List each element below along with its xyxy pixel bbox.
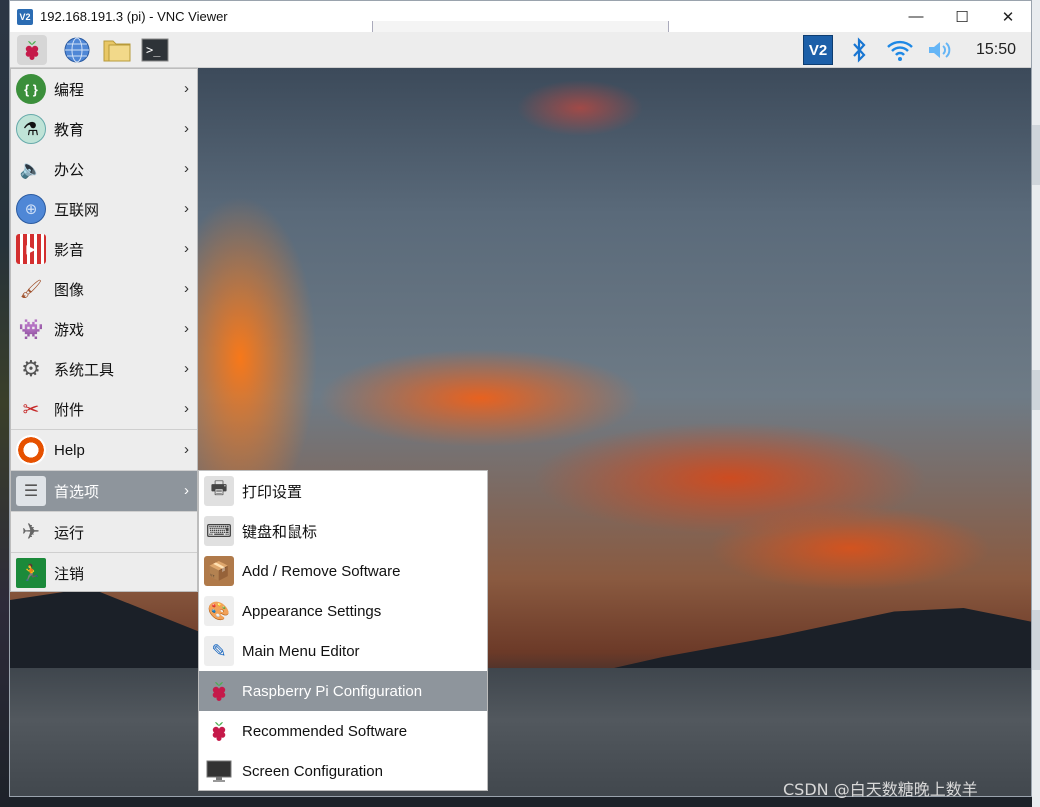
csdn-watermark: CSDN @白天数糖晚上数羊 xyxy=(783,780,978,799)
accessories-icon: ✂ xyxy=(22,398,40,421)
help-icon xyxy=(16,435,46,465)
keyboard-mouse-icon: ⌨ xyxy=(204,516,234,546)
vnc-viewer-window: V2 192.168.191.3 (pi) - VNC Viewer — ☐ ✕… xyxy=(9,0,1032,797)
host-desktop-left xyxy=(0,0,9,807)
menu-item-label: 编程 xyxy=(54,81,85,99)
education-icon: ⚗ xyxy=(16,114,46,144)
office-icon: 🔈 xyxy=(19,158,43,179)
menu-item-help[interactable]: Help › xyxy=(11,430,197,470)
menu-item-label: 办公 xyxy=(54,161,85,179)
submenu-item-print-settings[interactable]: 🖶 打印设置 xyxy=(199,471,487,511)
menu-item-label: Help xyxy=(54,441,85,459)
menu-item-label: 互联网 xyxy=(54,201,100,219)
menu-item-logout[interactable]: 🏃 注销 xyxy=(11,553,197,593)
menu-item-label: 教育 xyxy=(54,121,85,139)
submenu-item-label: 打印设置 xyxy=(242,483,303,501)
chevron-right-icon: › xyxy=(184,441,189,458)
menu-item-label: 首选项 xyxy=(54,483,100,501)
vnc-icon[interactable]: V2 xyxy=(803,35,833,65)
window-title: 192.168.191.3 (pi) - VNC Viewer xyxy=(40,9,228,24)
menu-editor-icon: ✎ xyxy=(204,636,234,666)
terminal-icon[interactable]: >_ xyxy=(140,35,170,65)
svg-text:>_: >_ xyxy=(146,43,161,57)
menu-item-preferences[interactable]: ☰ 首选项 › xyxy=(11,471,197,511)
chevron-right-icon: › xyxy=(184,160,189,177)
submenu-item-recommended-software[interactable]: Recommended Software xyxy=(199,711,487,751)
system-tools-icon: ⚙ xyxy=(21,356,41,381)
submenu-item-label: Screen Configuration xyxy=(242,762,383,780)
programming-icon: { } xyxy=(16,74,46,104)
menu-item-label: 影音 xyxy=(54,241,85,259)
submenu-item-label: Appearance Settings xyxy=(242,602,382,620)
submenu-item-add-remove-software[interactable]: 📦 Add / Remove Software xyxy=(199,551,487,591)
chevron-right-icon: › xyxy=(184,280,189,297)
menu-item-games[interactable]: 👾 游戏 › xyxy=(11,309,197,349)
chevron-right-icon: › xyxy=(184,482,189,499)
chevron-right-icon: › xyxy=(184,120,189,137)
chevron-right-icon: › xyxy=(184,200,189,217)
bluetooth-icon[interactable] xyxy=(844,35,874,65)
file-manager-icon[interactable] xyxy=(102,35,132,65)
graphics-icon: 🖌 xyxy=(19,278,43,299)
clock[interactable]: 15:50 xyxy=(976,41,1016,59)
preferences-submenu: 🖶 打印设置 ⌨ 键盘和鼠标 📦 Add / Remove Software 🎨… xyxy=(198,470,488,791)
menu-item-internet[interactable]: ⊕ 互联网 › xyxy=(11,189,197,229)
raspberry-icon xyxy=(204,676,234,706)
menu-item-education[interactable]: ⚗ 教育 › xyxy=(11,109,197,149)
web-browser-icon[interactable] xyxy=(62,35,92,65)
internet-icon: ⊕ xyxy=(16,194,46,224)
games-icon: 👾 xyxy=(18,318,44,341)
submenu-item-raspberry-pi-configuration[interactable]: Raspberry Pi Configuration xyxy=(199,671,487,711)
wifi-icon[interactable] xyxy=(885,35,915,65)
vnc-app-icon: V2 xyxy=(17,8,33,25)
menu-item-label: 系统工具 xyxy=(54,361,115,379)
submenu-item-main-menu-editor[interactable]: ✎ Main Menu Editor xyxy=(199,631,487,671)
sound-video-icon: ▶ xyxy=(16,234,46,264)
run-icon: ✈ xyxy=(21,519,41,544)
title-bar: V2 192.168.191.3 (pi) - VNC Viewer — ☐ ✕ xyxy=(10,1,1031,33)
menu-item-system-tools[interactable]: ⚙ 系统工具 › xyxy=(11,349,197,389)
menu-item-run[interactable]: ✈ 运行 xyxy=(11,512,197,552)
submenu-item-screen-configuration[interactable]: Screen Configuration xyxy=(199,751,487,791)
monitor-icon xyxy=(204,756,234,786)
main-menu: { } 编程 › ⚗ 教育 › 🔈 办公 › ⊕ 互联网 › ▶ 影音 › 🖌 … xyxy=(10,68,198,592)
submenu-item-appearance-settings[interactable]: 🎨 Appearance Settings xyxy=(199,591,487,631)
menu-item-label: 游戏 xyxy=(54,321,85,339)
host-desktop-right xyxy=(1032,0,1040,807)
submenu-item-label: Add / Remove Software xyxy=(242,562,401,580)
minimize-button[interactable]: — xyxy=(893,1,939,32)
chevron-right-icon: › xyxy=(184,320,189,337)
logout-icon: 🏃 xyxy=(16,558,46,588)
close-button[interactable]: ✕ xyxy=(985,1,1031,32)
chevron-right-icon: › xyxy=(184,360,189,377)
taskbar-panel: >_ V2 15:50 xyxy=(10,32,1031,68)
printer-icon: 🖶 xyxy=(204,476,234,506)
preferences-icon: ☰ xyxy=(16,476,46,506)
raspberry-icon xyxy=(204,716,234,746)
menu-item-accessories[interactable]: ✂ 附件 › xyxy=(11,389,197,429)
submenu-item-label: 键盘和鼠标 xyxy=(242,523,318,541)
menu-item-office[interactable]: 🔈 办公 › xyxy=(11,149,197,189)
package-icon: 📦 xyxy=(204,556,234,586)
menu-item-label: 运行 xyxy=(54,524,85,542)
volume-icon[interactable] xyxy=(925,35,955,65)
appearance-icon: 🎨 xyxy=(204,596,234,626)
submenu-item-label: Recommended Software xyxy=(242,722,408,740)
menu-item-programming[interactable]: { } 编程 › xyxy=(11,69,197,109)
submenu-item-keyboard-mouse[interactable]: ⌨ 键盘和鼠标 xyxy=(199,511,487,551)
chevron-right-icon: › xyxy=(184,400,189,417)
chevron-right-icon: › xyxy=(184,240,189,257)
submenu-item-label: Raspberry Pi Configuration xyxy=(242,682,423,700)
menu-item-graphics[interactable]: 🖌 图像 › xyxy=(11,269,197,309)
raspberry-menu-icon[interactable] xyxy=(17,35,47,65)
menu-item-sound-video[interactable]: ▶ 影音 › xyxy=(11,229,197,269)
chevron-right-icon: › xyxy=(184,80,189,97)
maximize-button[interactable]: ☐ xyxy=(939,1,985,32)
menu-item-label: 注销 xyxy=(54,565,85,583)
menu-item-label: 图像 xyxy=(54,281,85,299)
submenu-item-label: Main Menu Editor xyxy=(242,642,360,660)
menu-item-label: 附件 xyxy=(54,401,85,419)
